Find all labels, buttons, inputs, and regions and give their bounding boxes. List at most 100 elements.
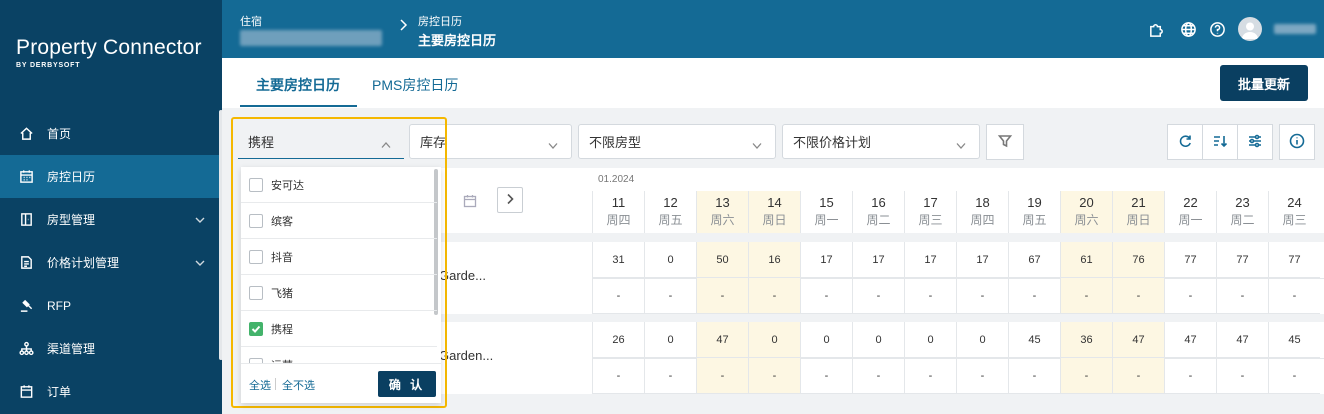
room-type-select[interactable]: 不限房型: [578, 124, 776, 159]
page-title: 主要房控日历: [418, 33, 497, 48]
next-date-button[interactable]: [497, 187, 523, 213]
available-cell[interactable]: 17: [800, 242, 852, 278]
available-cell[interactable]: 61: [1060, 242, 1112, 278]
channel-option[interactable]: 安可达: [241, 167, 437, 203]
confirm-button[interactable]: 确 认: [378, 371, 436, 397]
booked-cell[interactable]: -: [696, 278, 748, 314]
channel-option[interactable]: 缤客: [241, 203, 437, 239]
booked-cell[interactable]: -: [904, 278, 956, 314]
available-cell[interactable]: 16: [748, 242, 800, 278]
booked-cell[interactable]: -: [956, 358, 1008, 394]
available-cell[interactable]: 47: [1112, 322, 1164, 358]
booked-cell[interactable]: -: [1008, 278, 1060, 314]
booked-cell[interactable]: -: [800, 278, 852, 314]
available-cell[interactable]: 0: [644, 322, 696, 358]
top-header: 住宿 房控日历 主要房控日历: [222, 0, 1324, 58]
tab-main-calendar[interactable]: 主要房控日历: [256, 75, 340, 95]
available-cell[interactable]: 77: [1216, 242, 1268, 278]
available-cell[interactable]: 45: [1008, 322, 1060, 358]
available-cell[interactable]: 0: [800, 322, 852, 358]
available-cell[interactable]: 31: [592, 242, 644, 278]
booked-cell[interactable]: -: [1112, 358, 1164, 394]
available-cell[interactable]: 0: [956, 322, 1008, 358]
batch-update-button[interactable]: 批量更新: [1220, 65, 1308, 101]
booked-cell[interactable]: -: [1060, 278, 1112, 314]
booked-cell[interactable]: -: [1060, 358, 1112, 394]
booked-cell[interactable]: -: [592, 358, 644, 394]
checkbox-checked-icon[interactable]: [249, 321, 263, 336]
booked-cell[interactable]: -: [1164, 358, 1216, 394]
checkbox-icon[interactable]: [249, 285, 263, 300]
settings-sliders-button[interactable]: [1237, 124, 1273, 160]
globe-icon[interactable]: [1178, 19, 1198, 39]
available-cell[interactable]: 45: [1268, 322, 1320, 358]
room-name[interactable]: Garden...: [439, 348, 493, 363]
booked-cell[interactable]: -: [1268, 278, 1320, 314]
booked-cell[interactable]: -: [852, 278, 904, 314]
booked-cell[interactable]: -: [748, 278, 800, 314]
available-cell[interactable]: 67: [1008, 242, 1060, 278]
available-cell[interactable]: 17: [956, 242, 1008, 278]
available-cell[interactable]: 0: [852, 322, 904, 358]
sidebar-item-room-types[interactable]: 房型管理: [0, 198, 222, 241]
booked-cell[interactable]: -: [644, 278, 696, 314]
booked-cell[interactable]: -: [1008, 358, 1060, 394]
available-cell[interactable]: 47: [1164, 322, 1216, 358]
checkbox-icon[interactable]: [249, 249, 263, 264]
booked-cell[interactable]: -: [1216, 358, 1268, 394]
booked-cell[interactable]: -: [592, 278, 644, 314]
date-picker[interactable]: [439, 186, 501, 216]
booked-cell[interactable]: -: [852, 358, 904, 394]
booked-cell[interactable]: -: [800, 358, 852, 394]
puzzle-icon[interactable]: [1146, 19, 1166, 39]
booked-cell[interactable]: -: [956, 278, 1008, 314]
available-cell[interactable]: 0: [644, 242, 696, 278]
available-cell[interactable]: 26: [592, 322, 644, 358]
sidebar-item-channels[interactable]: 渠道管理: [0, 327, 222, 370]
filter-button[interactable]: [986, 124, 1024, 160]
available-cell[interactable]: 47: [1216, 322, 1268, 358]
available-cell[interactable]: 17: [852, 242, 904, 278]
channel-option[interactable]: 飞猪: [241, 275, 437, 311]
available-cell[interactable]: 0: [904, 322, 956, 358]
channel-option[interactable]: 抖音: [241, 239, 437, 275]
sidebar-item-price-plans[interactable]: 价格计划管理: [0, 241, 222, 284]
sidebar-item-home[interactable]: 首页: [0, 112, 222, 155]
sidebar-item-orders[interactable]: 订单: [0, 370, 222, 413]
booked-cell[interactable]: -: [748, 358, 800, 394]
select-all-link[interactable]: 全选: [249, 377, 271, 393]
help-icon[interactable]: [1207, 19, 1227, 39]
breadcrumb-category[interactable]: 住宿: [240, 13, 262, 29]
sort-button[interactable]: [1202, 124, 1238, 160]
available-cell[interactable]: 77: [1268, 242, 1320, 278]
available-cell[interactable]: 0: [748, 322, 800, 358]
checkbox-icon[interactable]: [249, 177, 263, 192]
avatar[interactable]: [1238, 17, 1262, 41]
tab-pms-calendar[interactable]: PMS房控日历: [372, 75, 458, 95]
available-cell[interactable]: 50: [696, 242, 748, 278]
available-cell[interactable]: 76: [1112, 242, 1164, 278]
booked-cell[interactable]: -: [1268, 358, 1320, 394]
booked-cell[interactable]: -: [696, 358, 748, 394]
channel-option[interactable]: 携程: [241, 311, 437, 347]
tabs-bar: 主要房控日历 PMS房控日历 批量更新: [222, 58, 1324, 108]
available-cell[interactable]: 47: [696, 322, 748, 358]
sidebar-item-rfp[interactable]: RFP: [0, 284, 222, 327]
user-name-redacted[interactable]: [1274, 24, 1316, 34]
select-none-link[interactable]: 全不选: [282, 377, 315, 393]
sliders-icon: [1247, 133, 1263, 152]
sidebar-item-calendar[interactable]: 房控日历: [0, 155, 222, 198]
booked-cell[interactable]: -: [904, 358, 956, 394]
booked-cell[interactable]: -: [1216, 278, 1268, 314]
checkbox-icon[interactable]: [249, 213, 263, 228]
booked-cell[interactable]: -: [644, 358, 696, 394]
channel-option-label: 抖音: [271, 251, 293, 264]
booked-cell[interactable]: -: [1164, 278, 1216, 314]
available-cell[interactable]: 17: [904, 242, 956, 278]
refresh-button[interactable]: [1167, 124, 1203, 160]
price-plan-select[interactable]: 不限价格计划: [782, 124, 980, 159]
booked-cell[interactable]: -: [1112, 278, 1164, 314]
available-cell[interactable]: 36: [1060, 322, 1112, 358]
available-cell[interactable]: 77: [1164, 242, 1216, 278]
info-button[interactable]: [1279, 124, 1315, 160]
